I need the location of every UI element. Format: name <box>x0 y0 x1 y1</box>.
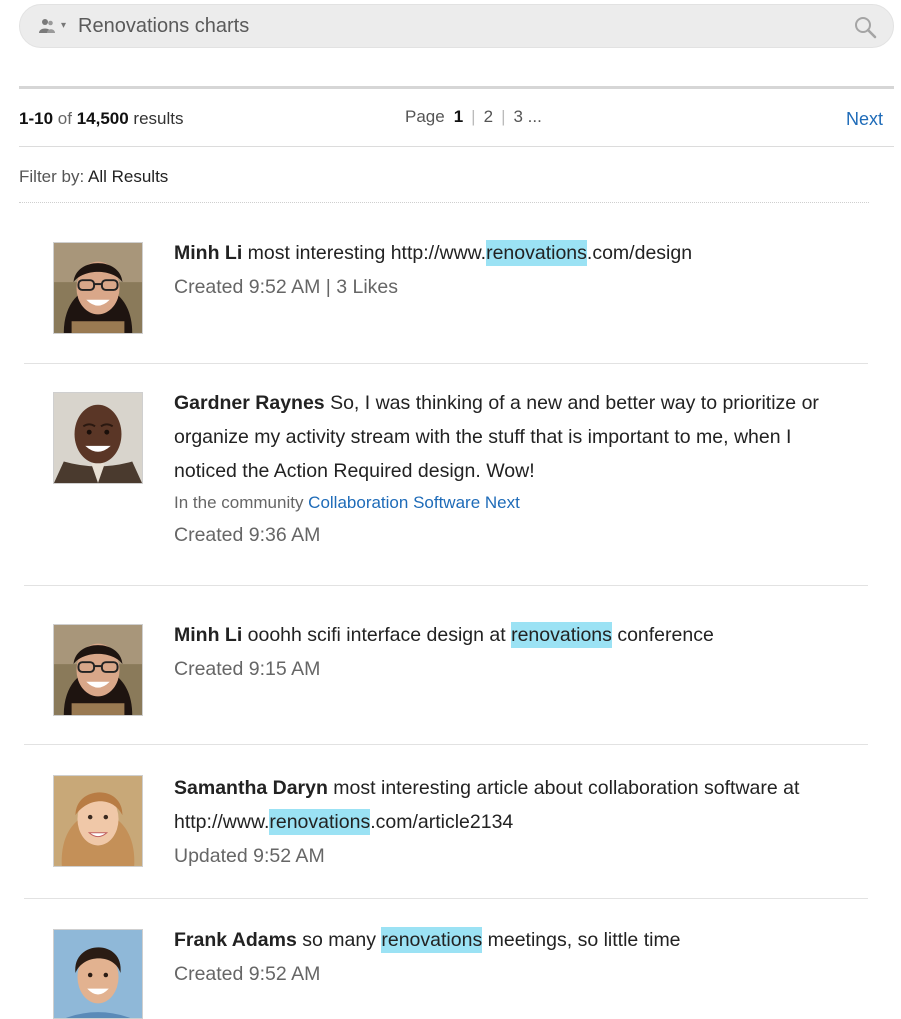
community-link[interactable]: Collaboration Software Next <box>308 493 520 512</box>
community-line: In the community Collaboration Software … <box>174 488 824 518</box>
community-label: In the community <box>174 493 309 512</box>
filter-label: Filter by: <box>19 167 85 186</box>
results-bar: 1-10 of 14,500 results Page 1 | 2 | 3 ..… <box>19 104 883 134</box>
result-divider <box>24 898 868 899</box>
author-name[interactable]: Minh Li <box>174 624 242 646</box>
people-icon <box>38 17 56 35</box>
result-meta: Created 9:52 AM | 3 Likes <box>174 276 399 298</box>
result-text: Samantha Daryn most interesting article … <box>174 771 824 839</box>
result-body: Minh Li ooohh scifi interface design at … <box>174 618 824 686</box>
search-highlight: renovations <box>486 240 587 266</box>
result-divider <box>24 744 868 745</box>
avatar[interactable] <box>53 392 143 484</box>
avatar[interactable] <box>53 624 143 716</box>
results-range: 1-10 <box>19 109 54 128</box>
search-highlight: renovations <box>511 622 612 648</box>
results-total: 14,500 <box>76 109 129 128</box>
result-text-part: so many <box>296 929 382 951</box>
result-meta: Created 9:36 AM <box>174 524 321 546</box>
result-text-part: .com/article2134 <box>370 811 514 833</box>
pagination: Page 1 | 2 | 3 ... <box>405 107 542 127</box>
result-text: Frank Adams so many renovations meetings… <box>174 923 824 957</box>
result-body: Minh Li most interesting http://www.reno… <box>174 236 824 304</box>
header-divider <box>19 86 894 89</box>
avatar[interactable] <box>53 775 143 867</box>
author-name[interactable]: Frank Adams <box>174 929 297 951</box>
result-text: Minh Li most interesting http://www.reno… <box>174 236 824 270</box>
result-divider <box>24 363 868 364</box>
result-meta: Created 9:15 AM <box>174 658 321 680</box>
avatar[interactable] <box>53 929 143 1019</box>
result-body: Samantha Daryn most interesting article … <box>174 771 824 873</box>
next-page-link[interactable]: Next <box>846 109 883 130</box>
result-text-part: conference <box>611 624 714 646</box>
result-body: Gardner Raynes So, I was thinking of a n… <box>174 386 824 552</box>
author-name[interactable]: Samantha Daryn <box>174 777 328 799</box>
search-bar: ▾ <box>19 4 894 48</box>
result-text-part: most interesting http://www. <box>242 242 487 264</box>
filter-row: Filter by: All Results <box>19 167 168 187</box>
page-separator: | <box>471 107 476 126</box>
search-scope-dropdown[interactable]: ▾ <box>38 5 66 47</box>
author-name[interactable]: Minh Li <box>174 242 242 264</box>
page-current: 1 <box>453 107 464 126</box>
results-of: of <box>57 109 72 128</box>
page-label: Page <box>405 107 445 126</box>
result-body: Frank Adams so many renovations meetings… <box>174 923 824 991</box>
search-highlight: renovations <box>269 809 371 835</box>
avatar[interactable] <box>53 242 143 334</box>
filter-divider <box>19 202 869 203</box>
search-icon[interactable] <box>853 15 877 44</box>
page-2-link[interactable]: 2 <box>484 107 493 127</box>
results-word: results <box>133 109 184 128</box>
results-divider <box>19 146 894 147</box>
author-name[interactable]: Gardner Raynes <box>174 392 325 414</box>
page-3-link[interactable]: 3 ... <box>513 107 541 127</box>
chevron-down-icon: ▾ <box>61 20 67 31</box>
result-text-part: ooohh scifi interface design at <box>242 624 512 646</box>
search-highlight: renovations <box>381 927 483 953</box>
page-separator: | <box>501 107 506 126</box>
result-text-part: .com/design <box>586 242 693 264</box>
results-count: 1-10 of 14,500 results <box>19 109 184 129</box>
result-meta: Updated 9:52 AM <box>174 845 325 867</box>
result-text-part: meetings, so little time <box>482 929 681 951</box>
result-meta: Created 9:52 AM <box>174 963 321 985</box>
result-text: Minh Li ooohh scifi interface design at … <box>174 618 824 652</box>
result-divider <box>24 585 868 586</box>
filter-value[interactable]: All Results <box>88 167 168 186</box>
search-input[interactable] <box>78 5 893 47</box>
result-text: Gardner Raynes So, I was thinking of a n… <box>174 386 824 488</box>
